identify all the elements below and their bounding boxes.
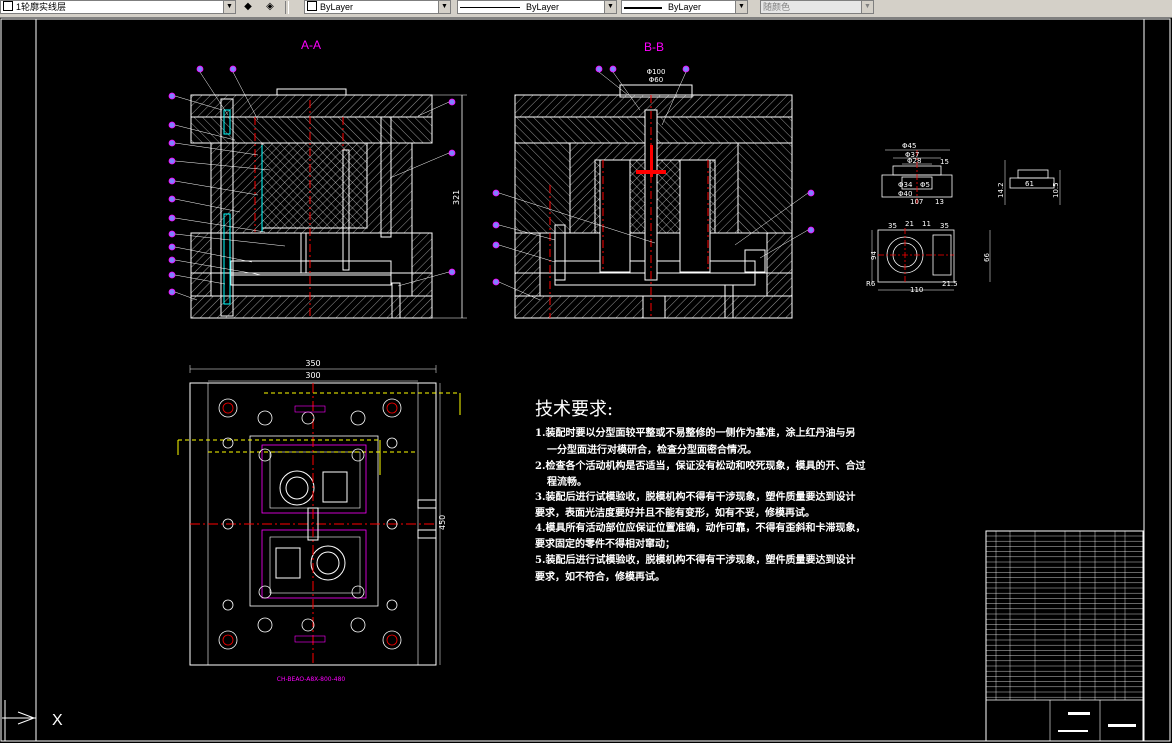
tech-line-1: 1.装配时要以分型面较平整或不易整修的一侧作为基准，涂上红丹油与另 — [535, 426, 855, 439]
part-detail-top — [871, 228, 991, 291]
lineweight-preview — [624, 6, 662, 9]
dim-300: 300 — [305, 371, 320, 380]
chevron-down-icon[interactable]: ▼ — [604, 1, 616, 13]
dim-phi34: Φ34 — [898, 181, 913, 189]
layer-dropdown[interactable]: 1轮廓实线层 ▼ — [0, 0, 236, 14]
dim-13: 13 — [935, 198, 944, 206]
lineweight-dropdown-value: ByLayer — [668, 2, 702, 12]
layer-dropdown-value: 1轮廓实线层 — [16, 2, 67, 12]
ucs-x-label: X — [52, 712, 63, 729]
dim-phi28: Φ28 — [907, 157, 921, 165]
plan-bottom-label: CH-BEAO-A8X-800-480 — [277, 676, 346, 683]
technical-requirements: 技术要求: 1.装配时要以分型面较平整或不易整修的一侧作为基准，涂上红丹油与另 … — [535, 399, 865, 583]
dim-14-2: 14.2 — [997, 182, 1005, 198]
section-b-label: B-B — [644, 40, 664, 54]
plotstyle-dropdown-value: 随颜色 — [763, 2, 791, 12]
ucs-icon: X — [2, 700, 63, 741]
plan-view: 350 300 450 CH-BEAO-A8X-800-480 — [177, 359, 461, 683]
linetype-dropdown-value: ByLayer — [526, 2, 560, 12]
layer-properties-toolbar: 1轮廓实线层 ▼ ◆ ◈ ByLayer ▼ ByLayer ▼ ByLayer… — [0, 0, 1172, 18]
tech-requirements-title: 技术要求: — [535, 399, 613, 420]
title-block — [985, 530, 1144, 742]
chevron-down-icon[interactable]: ▼ — [438, 1, 450, 13]
tech-line-9: 5.装配后进行试模验收，脱模机构不得有干涉现象，塑件质量要达到设计 — [535, 553, 855, 566]
dim-350: 350 — [305, 359, 320, 368]
dim-35-right: 35 — [940, 222, 949, 230]
color-dropdown-value: ByLayer — [320, 2, 354, 12]
dim-107: 107 — [910, 198, 923, 206]
dim-61: 61 — [1025, 180, 1034, 188]
dim-15: 15 — [940, 158, 949, 166]
color-swatch — [307, 1, 317, 11]
dim-450: 450 — [438, 515, 447, 530]
drawing-canvas[interactable]: A-A 321 B-B Φ100 Φ60 Φ45 Φ37 Φ28 Φ34 Φ5 … — [0, 18, 1172, 743]
lineweight-dropdown[interactable]: ByLayer ▼ — [621, 0, 748, 14]
dim-11: 11 — [922, 220, 931, 228]
layer-color-swatch — [3, 1, 13, 11]
tech-line-6: 要求，表面光洁度要好并且不能有变形，如有不妥，修模再试。 — [535, 506, 815, 519]
dim-b-phi60: Φ60 — [649, 76, 663, 84]
tech-line-7: 4.模具所有活动部位应保证位置准确，动作可靠，不得有歪斜和卡滞现象， — [535, 521, 865, 534]
layer-previous-icon[interactable]: ◈ — [262, 0, 278, 14]
dim-21-5: 21.5 — [942, 280, 958, 288]
tech-line-2: 一分型面进行对模研合，检查分型面密合情况。 — [547, 443, 757, 456]
chevron-down-icon[interactable]: ▼ — [735, 1, 747, 13]
dim-phi5: Φ5 — [920, 181, 930, 189]
section-a-label: A-A — [301, 38, 321, 52]
tech-line-4: 程流畅。 — [547, 475, 587, 488]
part-top-dims: 35 21 11 35 110 21.5 94 R6 66 — [866, 220, 991, 294]
linetype-preview — [460, 7, 520, 9]
dim-height-321: 321 — [452, 190, 461, 205]
tech-line-5: 3.装配后进行试模验收，脱模机构不得有干涉现象，塑件质量要达到设计 — [535, 490, 855, 503]
dim-phi45: Φ45 — [902, 142, 916, 150]
tech-line-3: 2.检查各个活动机构是否适当，保证没有松动和咬死现象，模具的开、合过 — [535, 459, 865, 472]
dim-b-phi100: Φ100 — [647, 68, 666, 76]
make-layer-current-icon[interactable]: ◆ — [240, 0, 256, 14]
linetype-dropdown[interactable]: ByLayer ▼ — [457, 0, 617, 14]
dim-phi40: Φ40 — [898, 190, 912, 198]
color-dropdown[interactable]: ByLayer ▼ — [304, 0, 451, 14]
toolbar-separator — [285, 1, 289, 14]
dim-110: 110 — [910, 286, 923, 294]
dim-21: 21 — [905, 220, 914, 228]
section-b-view: B-B Φ100 Φ60 — [492, 40, 815, 319]
plotstyle-dropdown[interactable]: 随颜色 ▼ — [760, 0, 874, 14]
dim-10-5: 10.5 — [1052, 182, 1060, 198]
chevron-down-icon[interactable]: ▼ — [861, 1, 873, 13]
tech-line-8: 要求固定的零件不得相对窜动； — [535, 537, 675, 550]
dim-35-left: 35 — [888, 222, 897, 230]
dim-66: 66 — [983, 253, 991, 262]
dim-r6: R6 — [866, 280, 876, 288]
dim-94: 94 — [870, 251, 878, 260]
section-a-view: A-A 321 — [168, 38, 467, 319]
chevron-down-icon[interactable]: ▼ — [223, 1, 235, 13]
tech-line-10: 要求，如不符合，修模再试。 — [535, 570, 665, 583]
